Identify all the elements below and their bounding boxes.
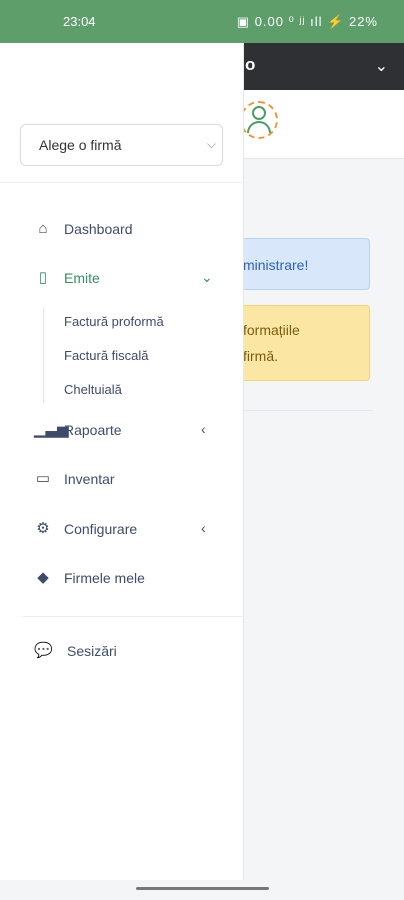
document-icon: ▯ [38,269,48,286]
menu-item-inventar[interactable]: ▭ Inventar [0,464,243,494]
status-time: 23:04 [63,14,96,29]
warning-alert: formațiile firmă. [232,305,370,381]
company-select-value: Alege o firmă [39,137,122,153]
warning-alert-line-2: firmă. [243,348,278,364]
gesture-bar[interactable] [136,887,269,890]
menu-item-label: Inventar [64,471,115,487]
submenu-item-factura-proforma[interactable]: Factură proformă [64,314,164,332]
header-chevron-down-icon[interactable]: ⌄ [375,56,388,76]
drawer-divider-top [0,182,243,183]
menu-item-label: Sesizări [67,643,117,659]
chevron-left-icon: ‹ [201,520,206,536]
menu-item-label: Dashboard [64,221,133,237]
menu-item-label: Rapoarte [64,422,122,438]
chevron-down-icon: ⌵ [206,137,216,151]
drawer-divider-bottom [22,616,243,617]
company-select[interactable]: Alege o firmă ⌵ [20,124,223,166]
menu-item-label: Emite [64,270,100,286]
user-icon [252,106,266,120]
info-alert: ministrare! [232,238,370,290]
bar-chart-icon: ▁▃▅ [34,421,69,438]
menu-item-label: Configurare [64,521,138,537]
home-icon: ⌂ [38,220,48,237]
chevron-down-icon: ⌄ [201,269,213,285]
app-header-title-fragment: o [245,55,256,74]
gears-icon: ⚙ [36,520,50,537]
menu-item-label: Firmele mele [64,570,145,586]
menu-item-configurare[interactable]: ⚙ Configurare ‹ [0,514,243,544]
inbox-icon: ▭ [35,470,51,487]
menu-item-dashboard[interactable]: ⌂ Dashboard [0,214,243,244]
content-divider [240,410,373,411]
status-icons: ▣ 0.00 ⁰ ʲʲ ıll ⚡ 22% [236,14,378,29]
submenu-item-cheltuiala[interactable]: Cheltuială [64,382,122,400]
chevron-left-icon: ‹ [201,421,206,437]
menu-item-firmele-mele[interactable]: ◆ Firmele mele [0,563,243,593]
submenu-item-factura-fiscala[interactable]: Factură fiscală [64,348,149,366]
navigation-drawer: Alege o firmă ⌵ ⌂ Dashboard ▯ Emite ⌄ Fa… [0,43,244,880]
menu-item-sesizari[interactable]: 💬 Sesizări [0,636,243,666]
menu-item-rapoarte[interactable]: ▁▃▅ Rapoarte ‹ [0,415,243,445]
layers-icon: ◆ [37,569,49,586]
info-alert-text: ministrare! [243,257,309,273]
submenu-guide-line [43,307,44,403]
menu-item-emite[interactable]: ▯ Emite ⌄ [0,263,243,293]
status-bar: 23:04 ▣ 0.00 ⁰ ʲʲ ıll ⚡ 22% [0,0,404,43]
warning-alert-line-1: formațiile [243,322,300,338]
chat-icon: 💬 [34,642,53,659]
